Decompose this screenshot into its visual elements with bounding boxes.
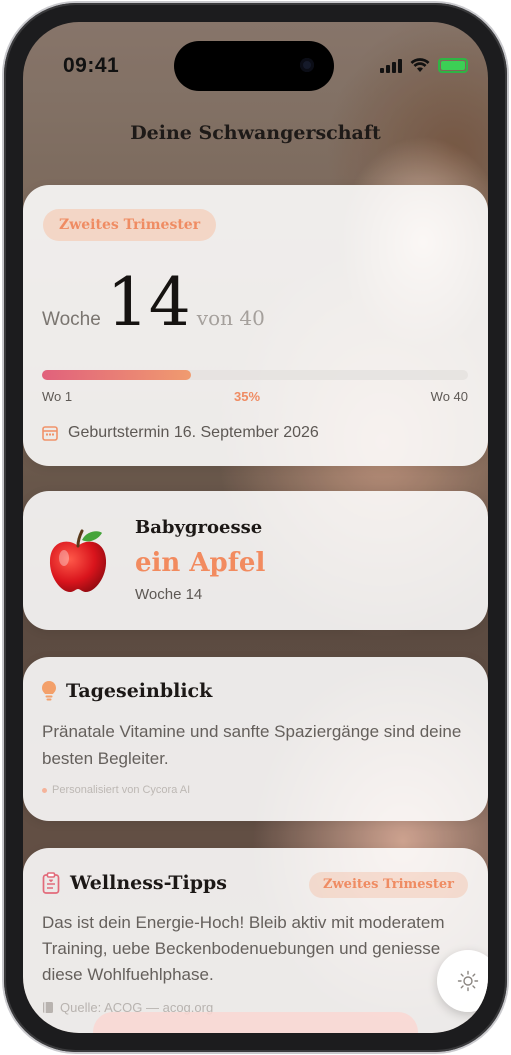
wellness-body: Das ist dein Energie-Hoch! Bleib aktiv m… bbox=[42, 913, 445, 984]
ai-dot-icon bbox=[42, 787, 47, 793]
apple-icon bbox=[49, 529, 107, 593]
next-card-peek bbox=[93, 1012, 418, 1033]
due-date-row: Geburtstermin 16. September 2026 bbox=[42, 424, 319, 442]
wellness-title: Wellness-Tipps bbox=[70, 872, 227, 894]
baby-size-text: Babygroesse ein Apfel Woche 14 bbox=[135, 517, 265, 603]
wifi-icon bbox=[410, 58, 430, 72]
week-display: Woche 14 von 40 bbox=[42, 270, 265, 336]
wellness-tips-card[interactable]: Wellness-Tipps Zweites Trimester Das ist… bbox=[23, 848, 488, 1033]
battery-icon bbox=[438, 58, 468, 73]
calendar-icon bbox=[42, 426, 58, 441]
week-word: Woche bbox=[42, 309, 101, 330]
insight-title: Tageseinblick bbox=[66, 680, 213, 702]
lightbulb-icon bbox=[42, 681, 56, 701]
app-screen: 09:41 Deine Schwangerschaft Zweites Trim… bbox=[23, 22, 488, 1033]
pregnancy-progress-bar bbox=[42, 370, 468, 380]
daily-insight-card[interactable]: Tageseinblick Pränatale Vitamine und san… bbox=[23, 657, 488, 821]
status-bar: 09:41 bbox=[23, 22, 488, 92]
insight-footer-text: Personalisiert von Cycora AI bbox=[52, 784, 191, 796]
baby-size-label: Babygroesse bbox=[135, 517, 263, 538]
page-title: Deine Schwangerschaft bbox=[130, 122, 381, 144]
camera-icon bbox=[300, 58, 314, 72]
progress-start-label: Wo 1 bbox=[42, 389, 73, 404]
due-date-text: Geburtstermin 16. September 2026 bbox=[68, 424, 319, 441]
progress-labels: Wo 1 35% Wo 40 bbox=[42, 389, 468, 405]
signal-icon bbox=[380, 58, 402, 73]
sun-icon bbox=[457, 970, 479, 992]
baby-size-week: Woche 14 bbox=[135, 586, 203, 603]
pregnancy-progress-card[interactable]: Zweites Trimester Woche 14 von 40 Wo 1 3… bbox=[23, 185, 488, 466]
insight-header: Tageseinblick bbox=[42, 680, 212, 702]
insight-footer: Personalisiert von Cycora AI bbox=[42, 784, 190, 796]
dynamic-island bbox=[174, 41, 334, 91]
progress-percent-label: 35% bbox=[234, 389, 261, 404]
status-icons bbox=[380, 58, 468, 73]
status-time: 09:41 bbox=[63, 54, 120, 77]
baby-size-value: ein Apfel bbox=[135, 548, 266, 578]
week-number: 14 bbox=[106, 264, 191, 341]
progress-end-label: Wo 40 bbox=[430, 389, 468, 404]
baby-size-card[interactable]: Babygroesse ein Apfel Woche 14 bbox=[23, 491, 488, 630]
insight-body: Pränatale Vitamine und sanfte Spaziergän… bbox=[42, 722, 462, 768]
week-total: von 40 bbox=[196, 306, 265, 330]
clipboard-icon bbox=[42, 872, 60, 894]
phone-frame: 09:41 Deine Schwangerschaft Zweites Trim… bbox=[4, 3, 507, 1052]
book-icon bbox=[43, 1002, 53, 1013]
wellness-trimester-badge: Zweites Trimester bbox=[309, 872, 468, 898]
wellness-header: Wellness-Tipps bbox=[42, 872, 227, 894]
progress-fill bbox=[42, 370, 192, 380]
trimester-badge: Zweites Trimester bbox=[43, 209, 217, 241]
